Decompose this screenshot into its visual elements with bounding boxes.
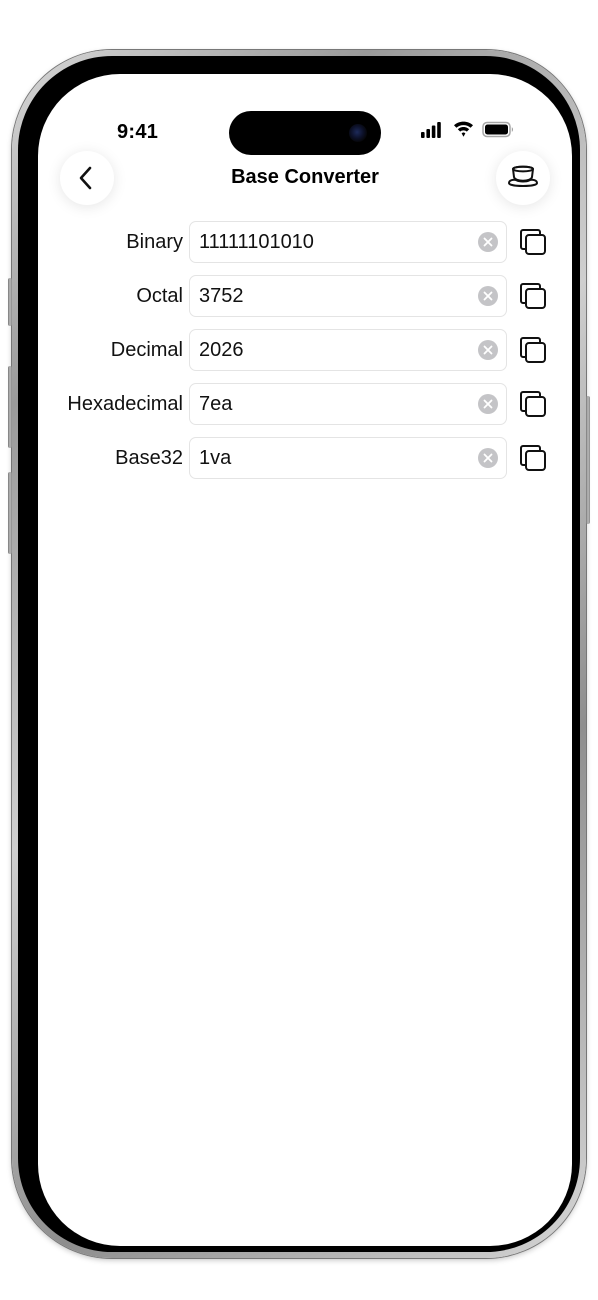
converter-list: Binary Octal	[38, 221, 572, 491]
copy-binary-button[interactable]	[518, 227, 548, 257]
binary-input[interactable]	[199, 222, 459, 262]
row-label-binary: Binary	[126, 231, 183, 253]
copy-decimal-button[interactable]	[518, 335, 548, 365]
octal-input[interactable]	[199, 276, 459, 316]
page-title: Base Converter	[231, 166, 379, 188]
bezel: 9:41 Base Converter Binary 11111101010 O…	[18, 56, 580, 1252]
clear-circle-icon	[483, 345, 493, 355]
clear-circle-icon	[483, 237, 493, 247]
base32-field	[189, 437, 507, 479]
decimal-input[interactable]	[199, 330, 459, 370]
copy-hexadecimal-button[interactable]	[518, 389, 548, 419]
action-button	[8, 278, 12, 326]
hexadecimal-input[interactable]	[199, 384, 459, 424]
clear-binary-button[interactable]	[478, 232, 498, 252]
back-button[interactable]	[60, 151, 114, 205]
clear-circle-icon	[483, 291, 493, 301]
decimal-field	[189, 329, 507, 371]
clear-hexadecimal-button[interactable]	[478, 394, 498, 414]
clear-circle-icon	[483, 453, 493, 463]
dynamic-island	[229, 111, 381, 155]
clear-base32-button[interactable]	[478, 448, 498, 468]
row-label-base32: Base32	[115, 447, 183, 469]
row-octal: Octal	[38, 275, 572, 329]
signal-icon	[421, 122, 441, 138]
coffee-button[interactable]	[496, 151, 550, 205]
row-hexadecimal: Hexadecimal	[38, 383, 572, 437]
coffee-cup-icon	[507, 165, 539, 187]
binary-field	[189, 221, 507, 263]
wifi-icon	[454, 121, 473, 137]
copy-octal-button[interactable]	[518, 281, 548, 311]
row-label-octal: Octal	[136, 285, 183, 307]
phone-frame: 9:41 Base Converter Binary 11111101010 O…	[8, 50, 590, 1258]
row-decimal: Decimal	[38, 329, 572, 383]
clear-octal-button[interactable]	[478, 286, 498, 306]
camera-lens-icon	[349, 124, 367, 142]
volume-up-button	[8, 366, 12, 448]
battery-icon	[482, 121, 513, 138]
volume-down-button	[8, 472, 12, 554]
hexadecimal-field	[189, 383, 507, 425]
clear-decimal-button[interactable]	[478, 340, 498, 360]
status-icons	[421, 121, 513, 138]
base32-input[interactable]	[199, 438, 459, 478]
power-button	[586, 396, 590, 524]
clear-circle-icon	[483, 399, 493, 409]
status-time: 9:41	[117, 121, 159, 143]
row-binary: Binary	[38, 221, 572, 275]
chevron-left-icon	[79, 166, 92, 190]
row-label-decimal: Decimal	[110, 339, 183, 361]
octal-field	[189, 275, 507, 317]
row-base32: Base32	[38, 437, 572, 491]
row-label-hexadecimal: Hexadecimal	[67, 393, 183, 415]
screen: 9:41 Base Converter Binary 11111101010 O…	[38, 74, 572, 1246]
copy-base32-button[interactable]	[518, 443, 548, 473]
